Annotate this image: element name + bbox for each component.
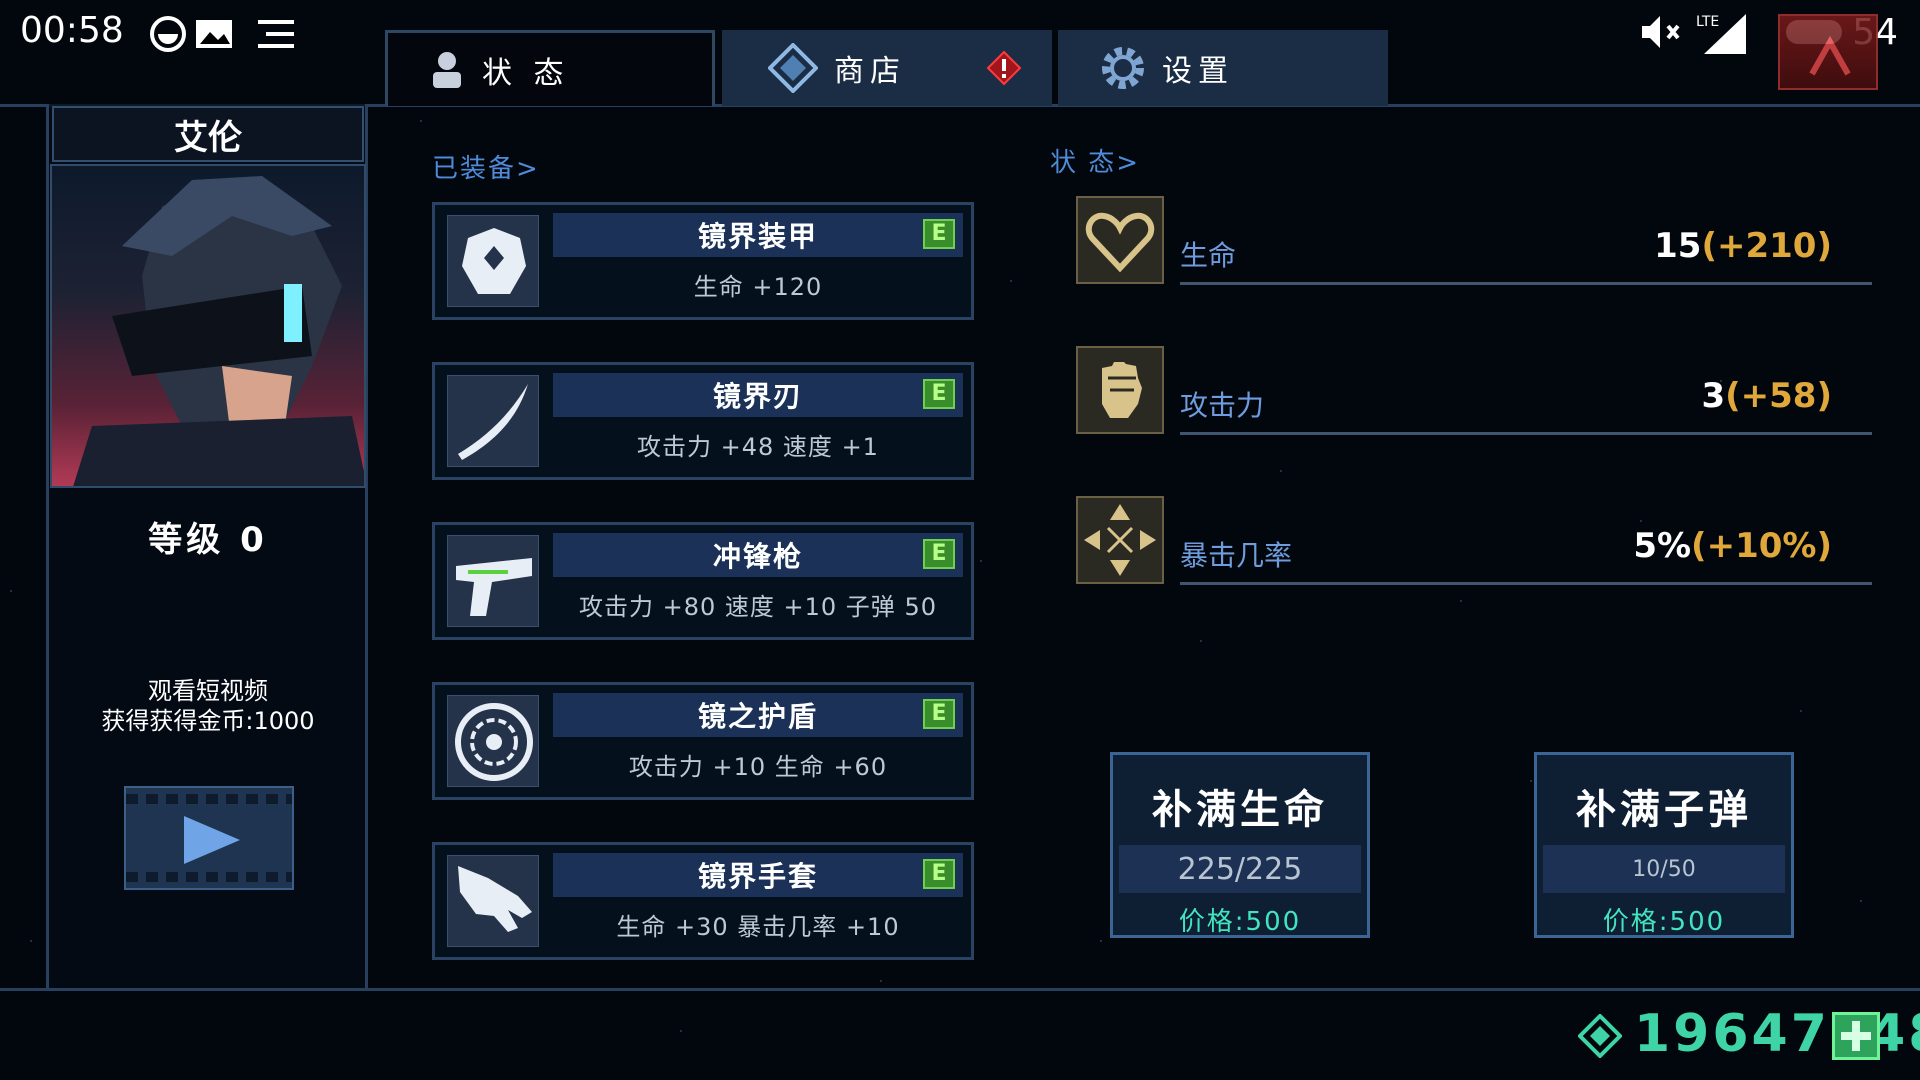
equip-card-shield[interactable]: 镜之护盾 E 攻击力 +10 生命 +60 bbox=[432, 682, 974, 800]
stat-value: 3(+58) bbox=[1701, 376, 1832, 416]
stat-value: 15(+210) bbox=[1654, 226, 1832, 266]
crosshair-icon bbox=[1076, 496, 1164, 584]
stat-label: 暴击几率 bbox=[1180, 539, 1293, 572]
stat-bonus: (+10%) bbox=[1691, 526, 1832, 566]
watch-video-button[interactable] bbox=[124, 786, 294, 890]
equip-card-armor[interactable]: 镜界装甲 E 生命 +120 bbox=[432, 202, 974, 320]
play-icon bbox=[184, 816, 240, 864]
stat-divider bbox=[1180, 432, 1872, 435]
tab-status-label: 状 态 bbox=[482, 55, 570, 91]
equip-title-bar: 镜界装甲 E bbox=[553, 213, 963, 257]
stat-base: 15 bbox=[1654, 226, 1702, 266]
heart-icon bbox=[1076, 196, 1164, 284]
hero-name-box: 艾伦 bbox=[52, 106, 364, 162]
tab-settings-label: 设置 bbox=[1162, 54, 1234, 89]
gun-icon bbox=[447, 535, 539, 627]
bottom-divider bbox=[0, 988, 1920, 991]
add-currency-button[interactable] bbox=[1832, 1012, 1880, 1060]
filmstrip-top bbox=[126, 794, 292, 804]
armor-icon bbox=[447, 215, 539, 307]
refill-count-bar: 225/225 bbox=[1119, 845, 1361, 893]
person-icon bbox=[433, 51, 461, 88]
close-icon bbox=[1809, 36, 1851, 76]
tab-shop[interactable]: 商店 bbox=[722, 30, 1052, 106]
video-reward-text: 观看短视频 获得获得金币:1000 bbox=[50, 676, 366, 736]
stat-row-hp: 生命 15(+210) bbox=[1076, 196, 1872, 292]
hero-portrait bbox=[50, 164, 366, 488]
equipped-badge: E bbox=[923, 539, 955, 569]
equip-name: 镜之护盾 bbox=[697, 700, 818, 733]
shield-icon bbox=[447, 695, 539, 787]
refill-title: 补满子弹 bbox=[1576, 787, 1752, 833]
equip-name: 镜界装甲 bbox=[697, 220, 818, 253]
equip-stats: 生命 +120 bbox=[693, 273, 823, 301]
hero-level: 等级 0 bbox=[148, 520, 268, 560]
equip-card-gun[interactable]: 冲锋枪 E 攻击力 +80 速度 +10 子弹 50 bbox=[432, 522, 974, 640]
tab-settings[interactable]: 设置 bbox=[1058, 30, 1388, 106]
refill-ammo-button[interactable]: 补满子弹 10/50 价格:500 bbox=[1534, 752, 1794, 938]
equip-title-bar: 镜界刃 E bbox=[553, 373, 963, 417]
menu-lines-icon bbox=[258, 20, 294, 48]
stat-value: 5%(+10%) bbox=[1633, 526, 1832, 566]
refill-count: 225/225 bbox=[1177, 851, 1303, 887]
sync-icon bbox=[150, 16, 186, 52]
stat-label: 生命 bbox=[1180, 239, 1237, 272]
stat-row-attack: 攻击力 3(+58) bbox=[1076, 346, 1872, 442]
glove-icon bbox=[447, 855, 539, 947]
video-reward-line1: 观看短视频 bbox=[148, 677, 268, 705]
refill-price: 价格:500 bbox=[1602, 907, 1726, 937]
image-icon bbox=[196, 20, 232, 48]
gem-icon bbox=[1578, 1014, 1622, 1058]
stat-label: 攻击力 bbox=[1180, 389, 1265, 422]
tab-shop-label: 商店 bbox=[834, 54, 906, 89]
equip-title-bar: 镜界手套 E bbox=[553, 853, 963, 897]
stat-base: 3 bbox=[1701, 376, 1726, 416]
shop-diamond-icon bbox=[768, 43, 818, 93]
equip-card-glove[interactable]: 镜界手套 E 生命 +30 暴击几率 +10 bbox=[432, 842, 974, 960]
refill-hp-button[interactable]: 补满生命 225/225 价格:500 bbox=[1110, 752, 1370, 938]
blade-icon bbox=[447, 375, 539, 467]
hero-name: 艾伦 bbox=[174, 117, 242, 158]
tab-status[interactable]: 状 态 bbox=[385, 30, 715, 106]
stat-base: 5% bbox=[1633, 526, 1692, 566]
plus-icon bbox=[1841, 1021, 1871, 1051]
equip-name: 冲锋枪 bbox=[712, 540, 803, 573]
equip-stats: 攻击力 +10 生命 +60 bbox=[628, 753, 888, 781]
equipped-badge: E bbox=[923, 699, 955, 729]
equipped-badge: E bbox=[923, 379, 955, 409]
equipped-header-link[interactable]: 已装备> bbox=[432, 148, 540, 185]
close-button[interactable] bbox=[1778, 14, 1878, 90]
filmstrip-bottom bbox=[126, 872, 292, 882]
clock: 00:58 bbox=[20, 10, 124, 51]
status-header-link[interactable]: 状 态> bbox=[1050, 142, 1140, 179]
stat-bonus: (+210) bbox=[1701, 226, 1832, 266]
equip-title-bar: 镜之护盾 E bbox=[553, 693, 963, 737]
refill-title: 补满生命 bbox=[1152, 787, 1328, 833]
equip-stats: 攻击力 +48 速度 +1 bbox=[637, 433, 879, 461]
equipped-badge: E bbox=[923, 859, 955, 889]
alert-diamond-icon bbox=[986, 50, 1022, 86]
equip-card-blade[interactable]: 镜界刃 E 攻击力 +48 速度 +1 bbox=[432, 362, 974, 480]
stat-divider bbox=[1180, 282, 1872, 285]
equip-name: 镜界刃 bbox=[712, 380, 803, 413]
refill-count: 10/50 bbox=[1632, 856, 1696, 882]
signal-icon bbox=[1704, 14, 1746, 54]
fist-icon bbox=[1076, 346, 1164, 434]
equip-stats: 攻击力 +80 速度 +10 子弹 50 bbox=[579, 593, 937, 621]
stat-bonus: (+58) bbox=[1725, 376, 1832, 416]
video-reward-line2: 获得获得金币:1000 bbox=[101, 707, 315, 735]
equip-stats: 生命 +30 暴击几率 +10 bbox=[616, 913, 900, 941]
gear-icon bbox=[1102, 47, 1144, 89]
equipped-badge: E bbox=[923, 219, 955, 249]
refill-count-bar: 10/50 bbox=[1543, 845, 1785, 893]
mute-icon bbox=[1642, 16, 1680, 48]
equip-title-bar: 冲锋枪 E bbox=[553, 533, 963, 577]
hero-portrait-art bbox=[73, 176, 364, 486]
stat-row-crit: 暴击几率 5%(+10%) bbox=[1076, 496, 1872, 592]
equip-name: 镜界手套 bbox=[697, 860, 818, 893]
stat-divider bbox=[1180, 582, 1872, 585]
refill-price: 价格:500 bbox=[1178, 907, 1302, 937]
